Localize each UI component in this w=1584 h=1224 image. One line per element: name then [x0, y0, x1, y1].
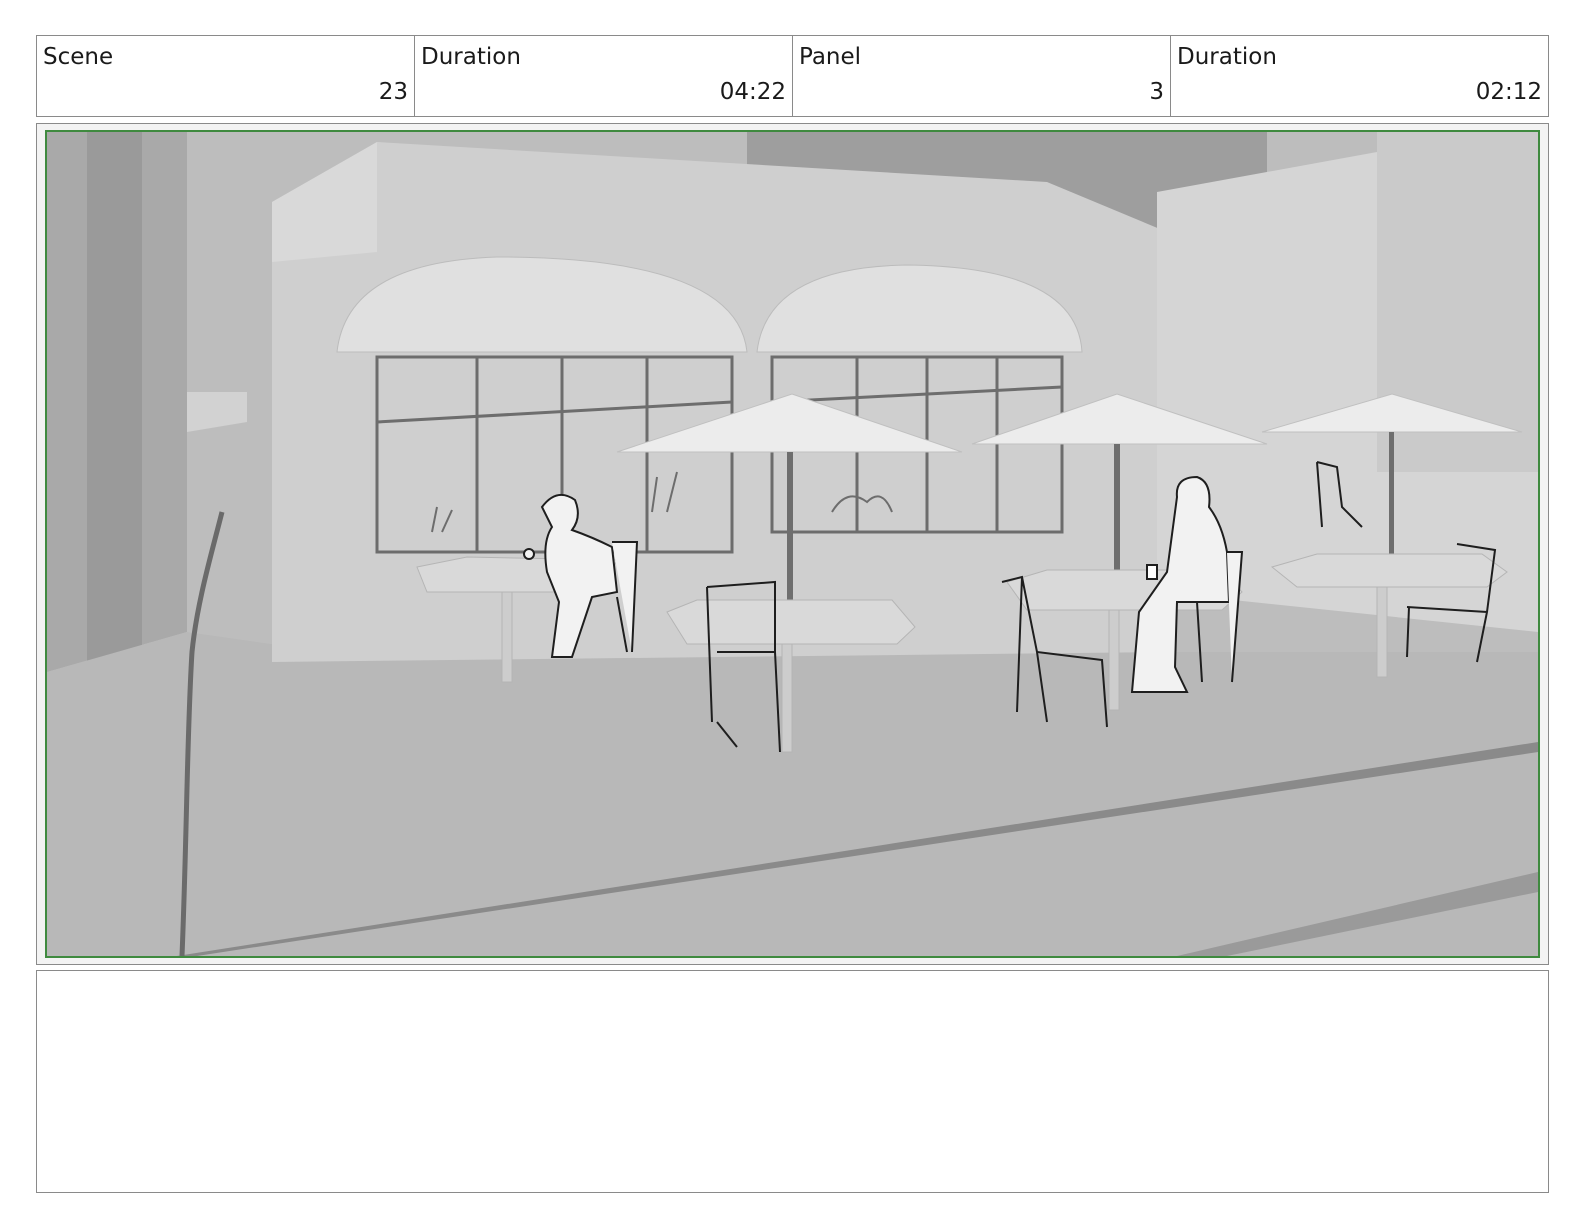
panel-notes-box[interactable] — [36, 970, 1549, 1193]
panel-header: Scene 23 Duration 04:22 Panel 3 Duration… — [36, 35, 1549, 117]
panel-duration-cell: Duration 02:12 — [1171, 36, 1548, 116]
storyboard-panel-frame — [36, 123, 1549, 965]
scene-number: 23 — [378, 79, 408, 105]
scene-duration-cell: Duration 04:22 — [415, 36, 793, 116]
panel-duration-label: Duration — [1177, 44, 1277, 70]
left-building-pillar — [87, 132, 142, 662]
scene-cell: Scene 23 — [37, 36, 415, 116]
cafe-scene-drawing — [47, 132, 1538, 956]
panel-number: 3 — [1149, 79, 1164, 105]
panel-label: Panel — [799, 44, 862, 70]
scene-label: Scene — [43, 44, 114, 70]
panel-cell: Panel 3 — [793, 36, 1171, 116]
scene-duration-label: Duration — [421, 44, 521, 70]
storyboard-panel-image — [45, 130, 1540, 958]
scene-duration-value: 04:22 — [719, 79, 786, 105]
panel-duration-value: 02:12 — [1475, 79, 1542, 105]
